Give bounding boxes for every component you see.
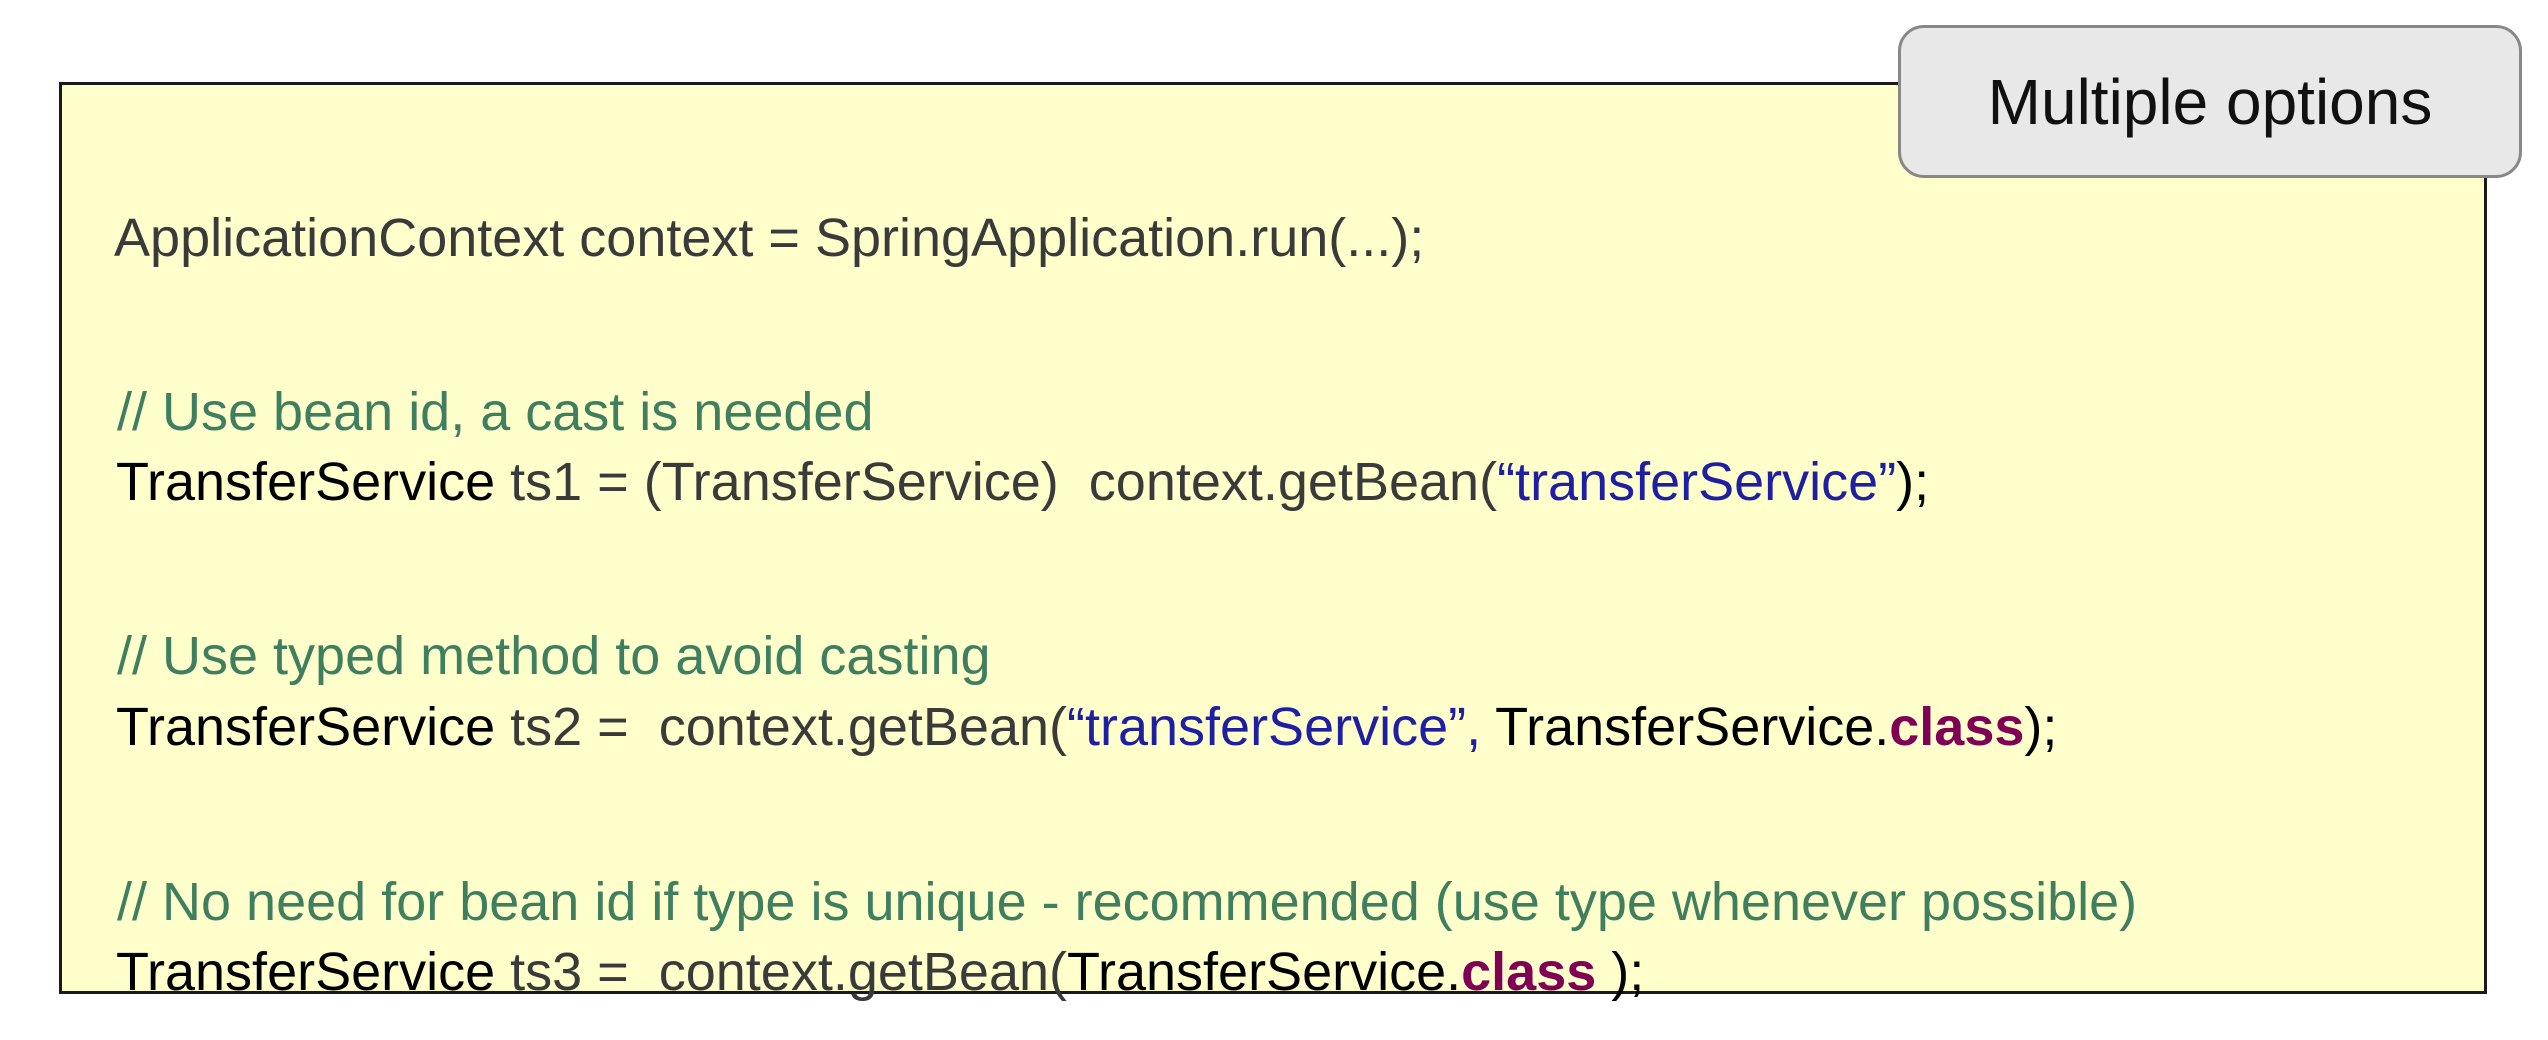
code-text-end: );	[1896, 452, 1930, 512]
type-name-arg: TransferService.	[1481, 697, 1890, 757]
code-line-ts1: TransferService ts1 = (TransferService) …	[87, 386, 1929, 514]
code-line-context: ApplicationContext context = SpringAppli…	[87, 142, 1424, 270]
code-text: ApplicationContext context = SpringAppli…	[114, 208, 1425, 268]
multiple-options-badge: Multiple options	[1898, 25, 2522, 178]
code-line-ts2: TransferService ts2 = context.getBean(“t…	[87, 631, 2057, 759]
type-name-arg: TransferService.	[1067, 942, 1462, 1002]
type-name: TransferService	[116, 697, 496, 757]
badge-label: Multiple options	[1987, 65, 2433, 138]
string-literal: “transferService”,	[1067, 697, 1482, 757]
keyword-class: class	[1461, 942, 1597, 1002]
code-text-end: );	[1596, 942, 1645, 1002]
keyword-class: class	[1889, 697, 2025, 757]
type-name: TransferService	[116, 942, 496, 1002]
code-line-ts3: TransferService ts3 = context.getBean(Tr…	[87, 876, 1644, 1004]
string-literal: “transferService”	[1497, 452, 1897, 512]
code-text: ts2 = context.getBean(	[495, 697, 1067, 757]
code-text: ts1 = (TransferService) context.getBean(	[495, 452, 1498, 512]
code-text-end: );	[2024, 697, 2058, 757]
code-text: ts3 = context.getBean(	[495, 942, 1067, 1002]
type-name: TransferService	[116, 452, 496, 512]
